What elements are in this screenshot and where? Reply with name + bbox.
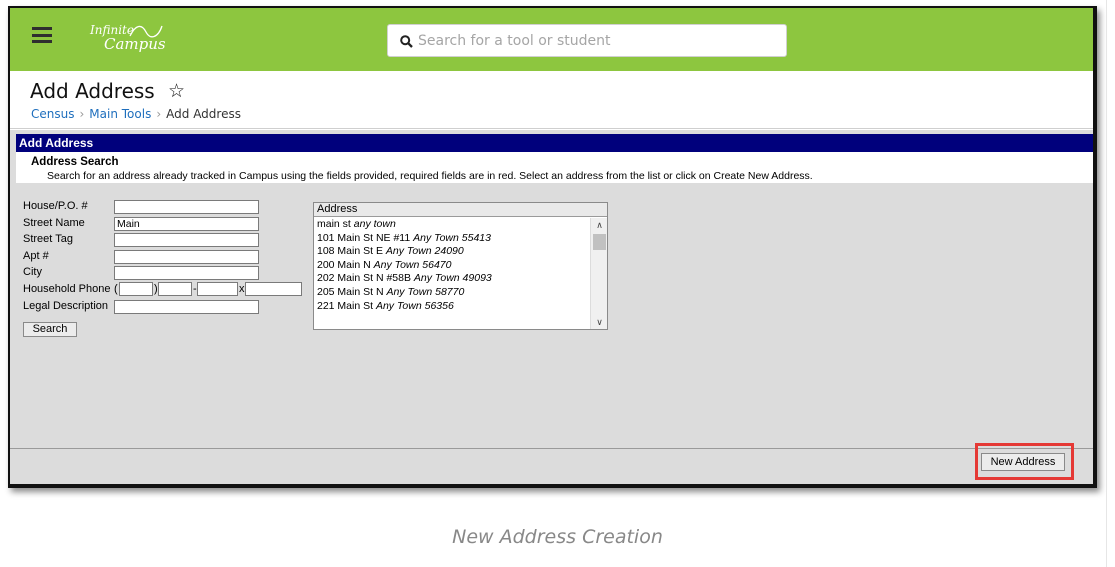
page-title: Add Address (30, 79, 155, 103)
address-street: main st (317, 218, 351, 230)
scrollbar-thumb[interactable] (593, 234, 606, 250)
address-town: Any Town 58770 (386, 285, 465, 298)
breadcrumb-separator-icon: › (156, 107, 162, 121)
address-option[interactable]: 200 Main N Any Town 56470 (314, 259, 591, 273)
apt-input[interactable] (114, 250, 259, 264)
address-town: Any Town 56356 (375, 299, 454, 312)
address-town: Any Town 24090 (385, 245, 464, 258)
address-search-description: Search for an address already tracked in… (47, 170, 813, 182)
breadcrumb-current: Add Address (166, 107, 241, 121)
search-button[interactable]: Search (23, 322, 77, 337)
address-street: 200 Main N (317, 258, 371, 271)
panel-header: Add Address (16, 134, 1093, 152)
address-town: any town (353, 218, 396, 230)
address-street: 202 Main St N #58B (317, 272, 411, 285)
global-search[interactable] (387, 24, 787, 57)
address-street: 101 Main St NE #11 (317, 231, 411, 244)
address-option[interactable]: 221 Main St Any Town 56356 (314, 300, 591, 314)
figure-caption: New Address Creation (452, 526, 663, 548)
new-address-button[interactable]: New Address (981, 453, 1065, 471)
footer-divider (10, 448, 1093, 449)
address-option[interactable]: 101 Main St NE #11 Any Town 55413 (314, 232, 591, 246)
phone-extension-input[interactable] (245, 282, 302, 296)
breadcrumb-separator-icon: › (79, 107, 85, 121)
breadcrumb-census[interactable]: Census (31, 107, 74, 121)
address-list-scrollbar[interactable]: ∧ ∨ (590, 218, 607, 329)
legal-description-input[interactable] (114, 300, 259, 314)
address-street: 108 Main St E (317, 245, 383, 258)
top-bar: Infinite Campus (10, 8, 1093, 71)
city-label: City (23, 266, 42, 278)
app-window: Infinite Campus Add Address ☆ Census › Mai… (8, 6, 1097, 488)
street-name-label: Street Name (23, 217, 85, 229)
address-street: 221 Main St (317, 299, 374, 312)
menu-icon[interactable] (32, 27, 52, 43)
address-option[interactable]: main st any town (314, 218, 591, 232)
street-tag-input[interactable] (114, 233, 259, 247)
search-input[interactable] (418, 31, 778, 51)
city-input[interactable] (114, 266, 259, 280)
address-town: Any Town 56470 (373, 258, 452, 271)
scroll-up-chevron-icon[interactable]: ∧ (591, 218, 608, 232)
street-name-input[interactable] (114, 217, 259, 231)
breadcrumb-main-tools[interactable]: Main Tools (89, 107, 151, 121)
house-number-label: House/P.O. # (23, 200, 88, 212)
breadcrumb: Census › Main Tools › Add Address (31, 107, 241, 121)
logo-swoosh-icon (129, 25, 163, 38)
address-option[interactable]: 202 Main St N #58B Any Town 49093 (314, 272, 591, 286)
street-tag-label: Street Tag (23, 233, 73, 245)
house-number-input[interactable] (114, 200, 259, 214)
address-town: Any Town 55413 (413, 231, 491, 244)
address-list-items: main st any town 101 Main St NE #11 Any … (314, 218, 591, 313)
phone-paren-open: ( (114, 283, 118, 295)
address-town: Any Town 49093 (413, 272, 492, 285)
favorite-star-icon[interactable]: ☆ (168, 80, 185, 103)
household-phone-label: Household Phone (23, 283, 111, 295)
phone-line-input[interactable] (197, 282, 238, 296)
phone-ext-separator: x (239, 283, 245, 295)
page-edge-line (1106, 0, 1107, 567)
search-icon (400, 35, 413, 48)
address-results-list[interactable]: Address main st any town 101 Main St NE … (313, 202, 608, 330)
infinite-campus-logo[interactable]: Infinite Campus (90, 24, 166, 52)
address-list-header: Address (314, 203, 607, 217)
page-header: Add Address ☆ Census › Main Tools › Add Addr… (10, 71, 1093, 129)
scroll-down-chevron-icon[interactable]: ∨ (591, 315, 608, 329)
phone-area-code-input[interactable] (119, 282, 153, 296)
address-search-title: Address Search (31, 156, 119, 168)
address-option[interactable]: 205 Main St N Any Town 58770 (314, 286, 591, 300)
apt-label: Apt # (23, 250, 49, 262)
phone-prefix-input[interactable] (158, 282, 192, 296)
address-street: 205 Main St N (317, 285, 384, 298)
main-content: Add Address Address Search Search for an… (10, 130, 1093, 484)
address-option[interactable]: 108 Main St E Any Town 24090 (314, 245, 591, 259)
address-search-header: Address Search Search for an address alr… (16, 152, 1093, 183)
legal-description-label: Legal Description (23, 300, 108, 312)
